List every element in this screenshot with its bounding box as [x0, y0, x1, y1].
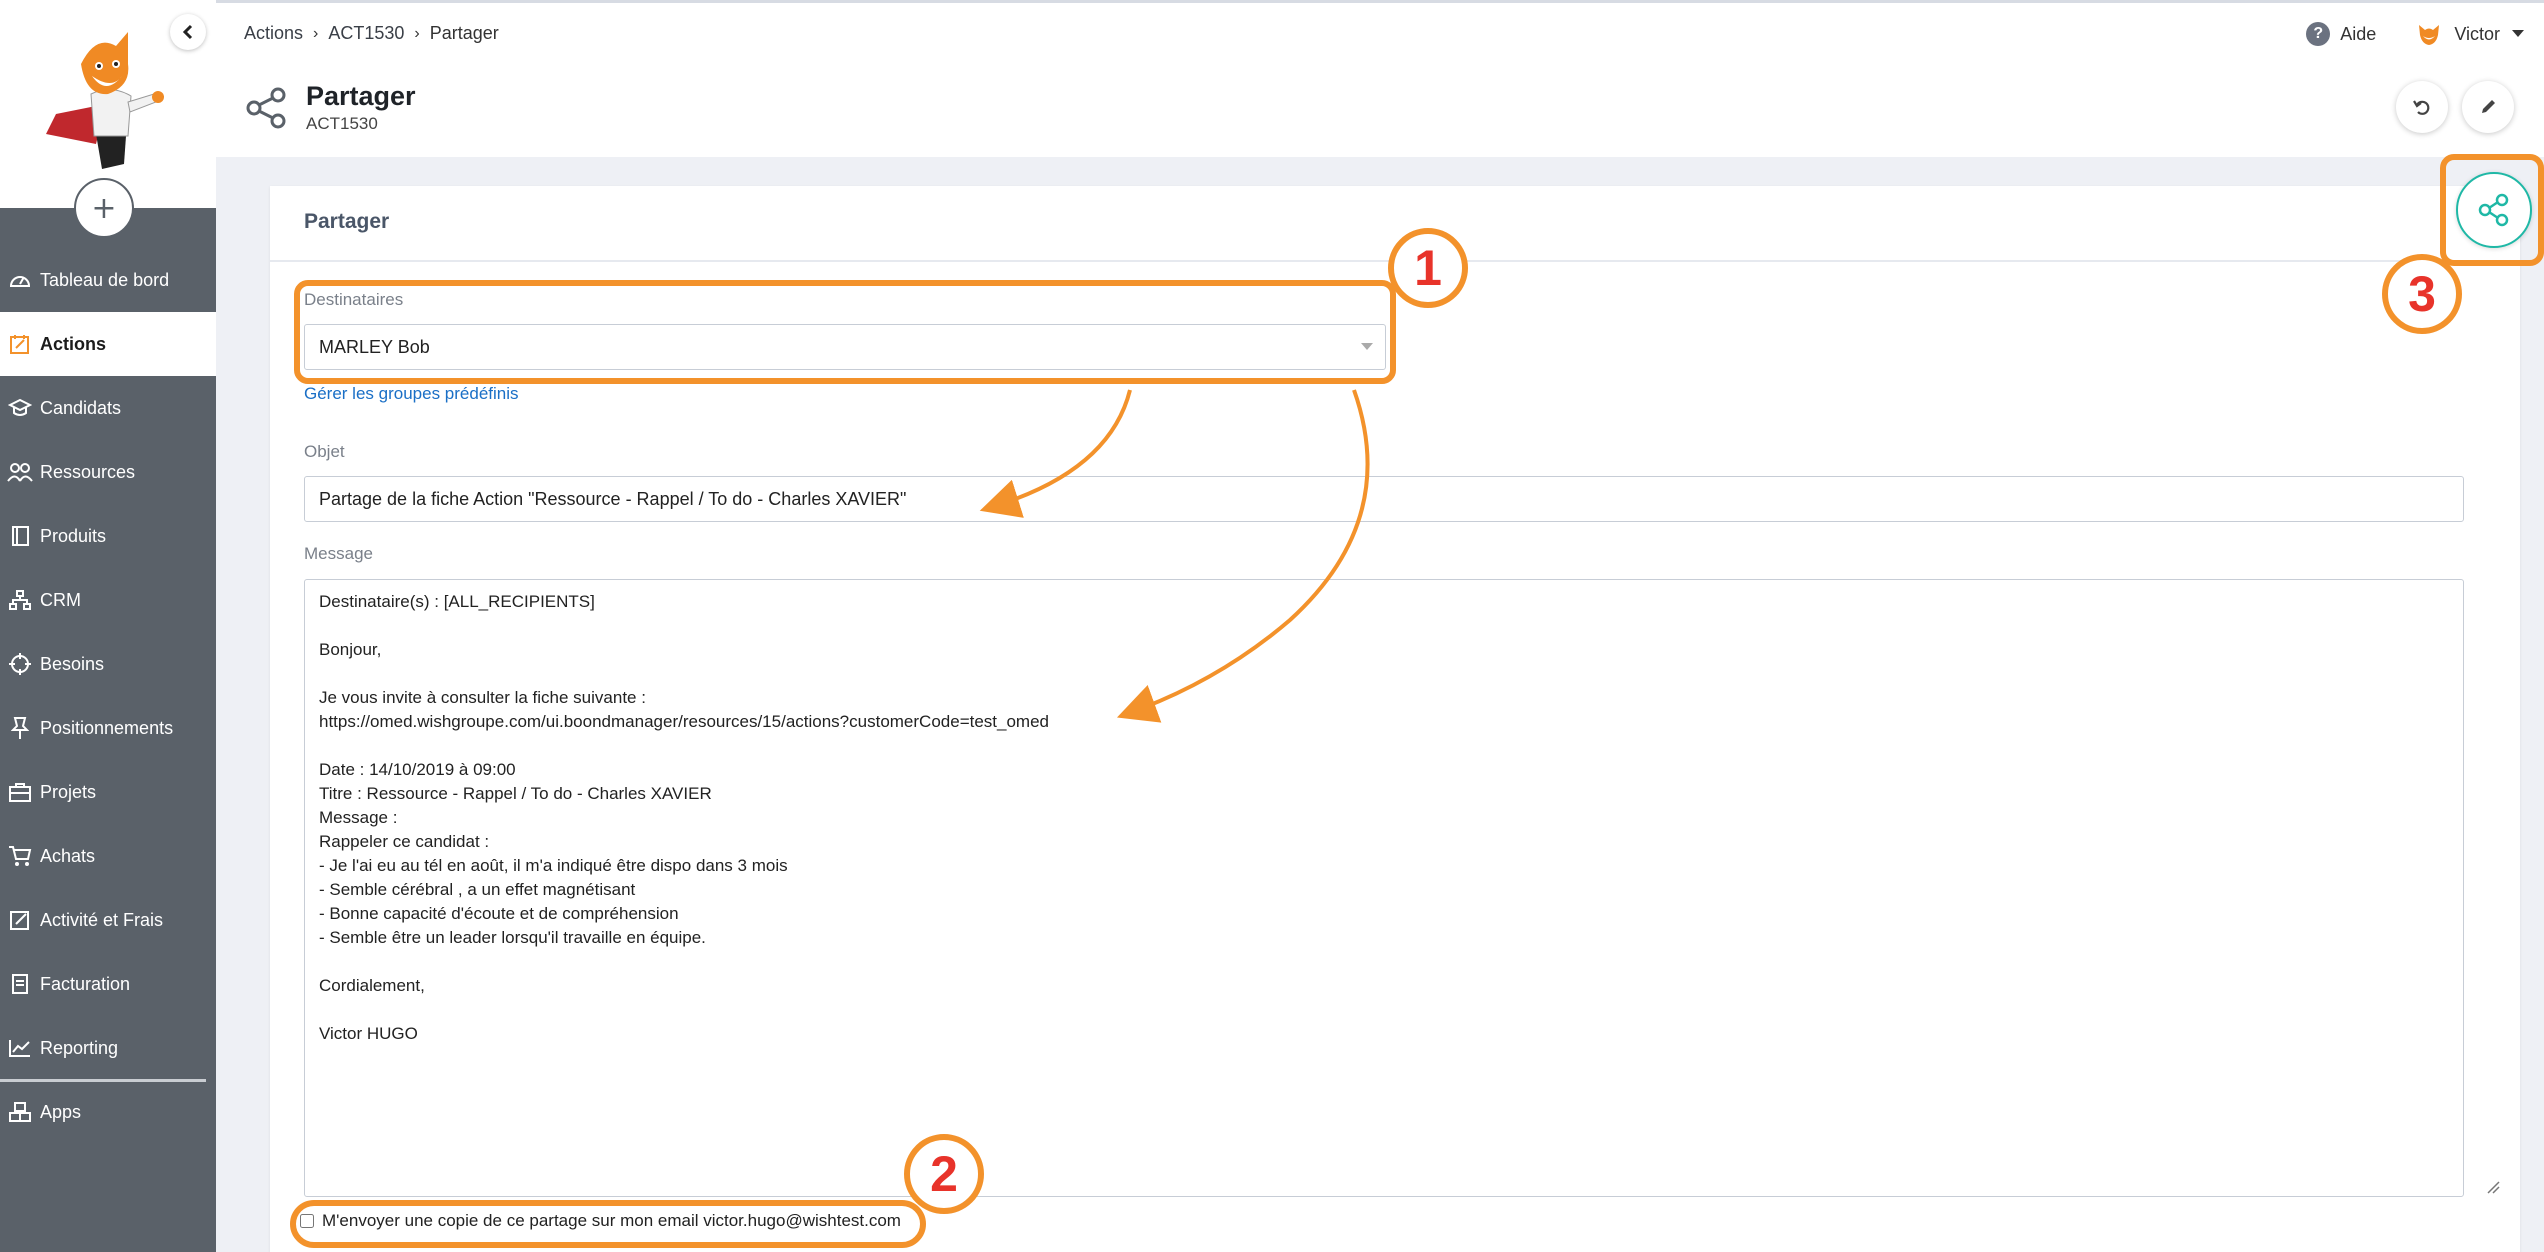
add-button[interactable]: + — [74, 178, 134, 238]
sidebar-item-achats[interactable]: Achats — [0, 824, 216, 888]
sidebar-item-label: Candidats — [40, 397, 122, 418]
sidebar-item-tableau-de-bord[interactable]: Tableau de bord — [0, 248, 216, 312]
sidebar-menu: Tableau de bord Actions Candidats Ressou… — [0, 248, 216, 1144]
sidebar-item-produits[interactable]: Produits — [0, 504, 216, 568]
subject-label: Objet — [304, 442, 345, 461]
chevron-right-icon: › — [313, 24, 319, 42]
question-circle-icon: ? — [2306, 22, 2331, 46]
sidebar-item-label: CRM — [40, 589, 81, 610]
share-card: Partager Destinataires MARLEY Bob Gérer … — [270, 186, 2520, 1252]
calendar-edit-icon — [0, 333, 40, 355]
sidebar-item-label: Projets — [40, 781, 97, 802]
card-title: Partager — [304, 210, 390, 233]
logo-area — [0, 0, 216, 208]
caret-down-icon — [1361, 343, 1373, 350]
help-label: Aide — [2340, 23, 2377, 44]
sidebar-item-label: Positionnements — [40, 717, 174, 738]
sidebar-item-projets[interactable]: Projets — [0, 760, 216, 824]
book-icon — [0, 525, 40, 547]
message-label: Message — [304, 544, 373, 563]
copy-email-checkbox[interactable] — [300, 1214, 314, 1228]
sidebar-item-activite-et-frais[interactable]: Activité et Frais — [0, 888, 216, 952]
sidebar-item-label: Facturation — [40, 973, 131, 994]
page-title-block: Partager ACT1530 — [244, 81, 416, 134]
sidebar-item-actions[interactable]: Actions — [0, 312, 216, 376]
invoice-icon — [0, 973, 40, 995]
manage-groups-link[interactable]: Gérer les groupes prédéfinis — [304, 384, 519, 404]
sidebar-item-candidats[interactable]: Candidats — [0, 376, 216, 440]
sidebar-item-label: Actions — [40, 333, 107, 354]
sidebar-item-label: Activité et Frais — [40, 909, 164, 930]
graduation-cap-icon — [0, 398, 40, 418]
collapse-sidebar-button[interactable] — [170, 14, 206, 50]
sidebar-item-ressources[interactable]: Ressources — [0, 440, 216, 504]
caret-down-icon — [2512, 30, 2524, 37]
people-icon — [0, 462, 40, 482]
message-textarea[interactable]: Destinataire(s) : [ALL_RECIPIENTS] Bonjo… — [304, 579, 2464, 1197]
copy-email-row: M'envoyer une copie de ce partage sur mo… — [300, 1211, 901, 1231]
user-name: Victor — [2454, 23, 2500, 44]
chart-line-icon — [0, 1038, 40, 1058]
user-menu[interactable]: Victor — [2416, 21, 2524, 47]
chevron-left-icon — [182, 24, 193, 40]
pushpin-icon — [0, 716, 40, 740]
sidebar-item-label: Apps — [40, 1101, 82, 1122]
sidebar-item-label: Ressources — [40, 461, 136, 482]
sidebar-item-label: Reporting — [40, 1037, 119, 1058]
cubes-icon — [0, 1101, 40, 1123]
resize-grip-icon[interactable] — [2486, 1180, 2500, 1194]
sidebar: + Tableau de bord Actions Candidats Ress… — [0, 0, 216, 1252]
share-icon — [246, 87, 286, 128]
page-subtitle: ACT1530 — [306, 114, 378, 133]
annotation-badge-2: 2 — [904, 1134, 984, 1214]
breadcrumb-actions[interactable]: Actions — [244, 23, 303, 44]
sidebar-item-positionnements[interactable]: Positionnements — [0, 696, 216, 760]
fox-avatar — [2419, 25, 2440, 45]
subject-input[interactable] — [304, 476, 2464, 522]
recipients-select[interactable]: MARLEY Bob — [304, 324, 1386, 370]
gauge-icon — [0, 270, 40, 290]
breadcrumb-act1530[interactable]: ACT1530 — [328, 23, 404, 44]
sidebar-item-label: Achats — [40, 845, 96, 866]
undo-button[interactable] — [2396, 81, 2448, 133]
share-button[interactable] — [2456, 172, 2532, 248]
fox-mascot-logo — [46, 32, 164, 169]
copy-email-label: M'envoyer une copie de ce partage sur mo… — [322, 1211, 901, 1230]
top-right-menu: ? Aide Victor — [2306, 21, 2524, 47]
briefcase-icon — [0, 782, 40, 802]
sidebar-item-label: Tableau de bord — [40, 269, 170, 290]
edit-button[interactable] — [2462, 81, 2514, 133]
page-header: Actions › ACT1530 › Partager ? Aide Vict… — [216, 3, 2544, 157]
pencil-square-icon — [0, 909, 40, 931]
page-title: Partager — [306, 81, 416, 111]
sidebar-item-reporting[interactable]: Reporting — [0, 1016, 216, 1082]
crosshair-icon — [0, 653, 40, 675]
breadcrumb: Actions › ACT1530 › Partager — [244, 23, 499, 44]
sidebar-item-label: Produits — [40, 525, 107, 546]
recipients-value: MARLEY Bob — [319, 336, 430, 357]
pencil-icon — [2482, 100, 2495, 113]
sidebar-item-besoins[interactable]: Besoins — [0, 632, 216, 696]
recipients-label: Destinataires — [304, 290, 404, 309]
annotation-badge-1: 1 — [1388, 228, 1468, 308]
help-link[interactable]: ? Aide — [2306, 22, 2376, 46]
sidebar-item-label: Besoins — [40, 653, 105, 674]
sitemap-icon — [0, 589, 40, 611]
breadcrumb-current: Partager — [429, 23, 499, 43]
sidebar-item-crm[interactable]: CRM — [0, 568, 216, 632]
annotation-badge-3: 3 — [2382, 254, 2462, 334]
sidebar-item-apps[interactable]: Apps — [0, 1080, 216, 1144]
share-icon — [2478, 193, 2509, 227]
undo-icon — [2413, 100, 2430, 115]
cart-icon — [0, 845, 40, 867]
sidebar-item-facturation[interactable]: Facturation — [0, 952, 216, 1016]
chevron-right-icon: › — [414, 24, 420, 42]
